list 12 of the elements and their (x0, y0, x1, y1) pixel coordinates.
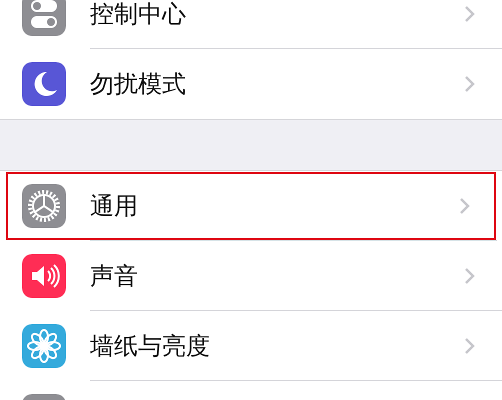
chevron-icon (464, 336, 476, 354)
chevron-icon (459, 196, 471, 214)
row-label: 声音 (90, 260, 139, 292)
highlight-box[interactable]: 通用 (5, 171, 497, 241)
chevron-icon (464, 4, 476, 22)
row-label: 勿扰模式 (90, 68, 187, 100)
row-label: 通用 (90, 190, 139, 222)
row-label: 控制中心 (90, 0, 187, 30)
row-label: 墙纸与亮度 (90, 330, 211, 362)
chevron-icon (464, 266, 476, 284)
chevron-icon (464, 74, 476, 92)
settings-row[interactable]: 勿扰模式 (0, 49, 502, 119)
